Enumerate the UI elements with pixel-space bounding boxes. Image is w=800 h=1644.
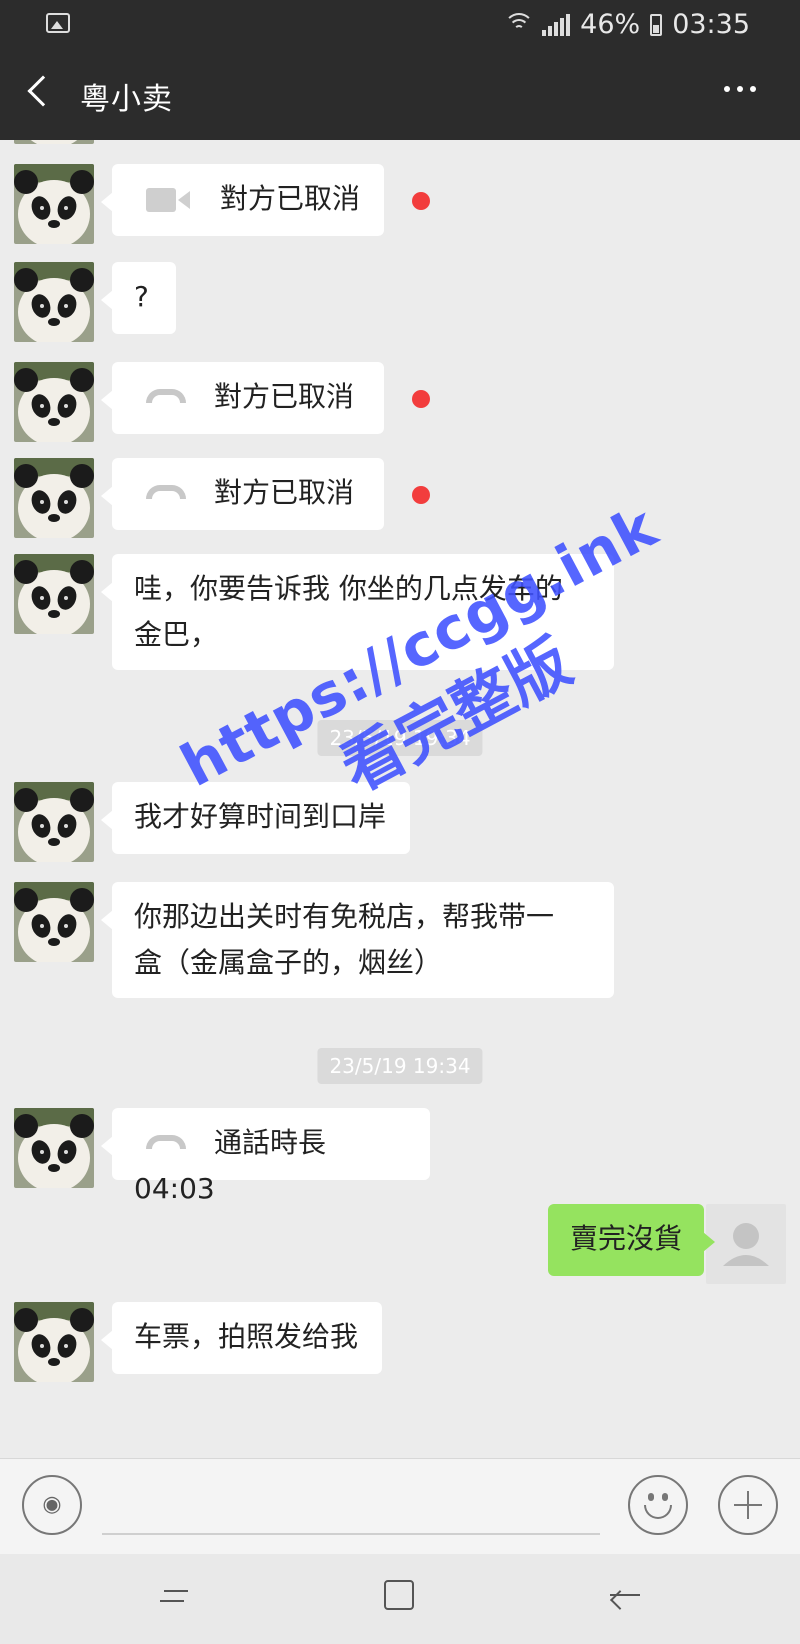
system-navigation-bar bbox=[0, 1554, 800, 1644]
status-bar: 46% 03:35 bbox=[0, 0, 800, 50]
message-text-line: 盒（金属盒子的，烟丝） bbox=[134, 946, 443, 979]
wifi-icon bbox=[504, 12, 535, 35]
contact-avatar[interactable] bbox=[14, 1108, 94, 1188]
chat-title: 粵小卖 bbox=[80, 82, 173, 117]
missed-call-dot bbox=[412, 192, 430, 210]
more-options-icon[interactable] bbox=[724, 86, 756, 92]
home-icon[interactable] bbox=[384, 1580, 414, 1610]
recent-apps-icon[interactable] bbox=[160, 1584, 194, 1610]
plus-icon[interactable] bbox=[718, 1475, 778, 1535]
message-text: 賣完沒貨 bbox=[570, 1222, 683, 1255]
timestamp: 23/5/19 19:34 bbox=[317, 1048, 483, 1084]
contact-avatar[interactable] bbox=[14, 458, 94, 538]
call-message-bubble[interactable]: 對方已取消 bbox=[101, 362, 384, 434]
message-text: 车票，拍照发给我 bbox=[134, 1320, 359, 1353]
contact-avatar[interactable] bbox=[14, 882, 94, 962]
text-message-bubble[interactable]: 车票，拍照发给我 bbox=[101, 1302, 382, 1374]
contact-avatar[interactable] bbox=[14, 782, 94, 862]
message-text-line: 哇，你要告诉我 你坐的几点发车的 bbox=[134, 572, 563, 605]
call-status-text: 對方已取消 bbox=[214, 380, 355, 413]
call-message-bubble[interactable]: 對方已取消 bbox=[101, 164, 384, 236]
signal-icon bbox=[542, 13, 571, 36]
chat-message-list[interactable]: 對方已取消 ? 對方已取消 對方已取消 哇，你要告诉我 你坐的几点发车的 金巴，… bbox=[0, 140, 800, 1458]
emoji-icon[interactable] bbox=[628, 1475, 688, 1535]
phone-call-icon bbox=[146, 485, 186, 499]
gallery-notification-icon bbox=[46, 13, 70, 33]
phone-call-icon bbox=[146, 1135, 186, 1149]
video-call-icon bbox=[146, 188, 190, 212]
contact-avatar[interactable] bbox=[14, 262, 94, 342]
contact-avatar[interactable] bbox=[14, 554, 94, 634]
message-input-bar: ◉ bbox=[0, 1458, 800, 1555]
text-message-bubble[interactable]: 你那边出关时有免税店，帮我带一 盒（金属盒子的，烟丝） bbox=[101, 882, 614, 998]
message-text-line: 金巴， bbox=[134, 618, 219, 651]
voice-input-icon[interactable]: ◉ bbox=[22, 1475, 82, 1535]
contact-avatar[interactable] bbox=[14, 140, 94, 144]
call-message-bubble[interactable]: 通話時長 04:03 bbox=[101, 1108, 430, 1205]
text-message-bubble[interactable]: 哇，你要告诉我 你坐的几点发车的 金巴， bbox=[101, 554, 614, 670]
message-text-line: 你那边出关时有免税店，帮我带一 bbox=[134, 900, 555, 933]
timestamp: 23/5/19 19:34 bbox=[317, 720, 483, 756]
phone-call-icon bbox=[146, 389, 186, 403]
my-avatar[interactable] bbox=[706, 1204, 786, 1284]
battery-icon bbox=[650, 13, 663, 36]
contact-avatar[interactable] bbox=[14, 1302, 94, 1382]
system-back-icon[interactable] bbox=[610, 1594, 640, 1596]
missed-call-dot bbox=[412, 390, 430, 408]
contact-avatar[interactable] bbox=[14, 164, 94, 244]
call-status-text: 對方已取消 bbox=[220, 182, 361, 215]
call-message-bubble[interactable]: 對方已取消 bbox=[101, 458, 384, 530]
my-message-bubble[interactable]: 賣完沒貨 bbox=[548, 1204, 715, 1276]
message-text: 我才好算时间到口岸 bbox=[134, 800, 387, 833]
message-input[interactable] bbox=[102, 1483, 600, 1535]
back-arrow-icon[interactable] bbox=[27, 75, 59, 107]
clock: 03:35 bbox=[672, 9, 750, 40]
call-status-text: 對方已取消 bbox=[214, 476, 355, 509]
battery-percent: 46% bbox=[580, 9, 641, 40]
message-text: ? bbox=[134, 280, 149, 313]
text-message-bubble[interactable]: ? bbox=[101, 262, 176, 334]
contact-avatar[interactable] bbox=[14, 362, 94, 442]
missed-call-dot bbox=[412, 486, 430, 504]
text-message-bubble[interactable]: 我才好算时间到口岸 bbox=[101, 782, 410, 854]
chat-header: 粵小卖 bbox=[0, 50, 800, 140]
